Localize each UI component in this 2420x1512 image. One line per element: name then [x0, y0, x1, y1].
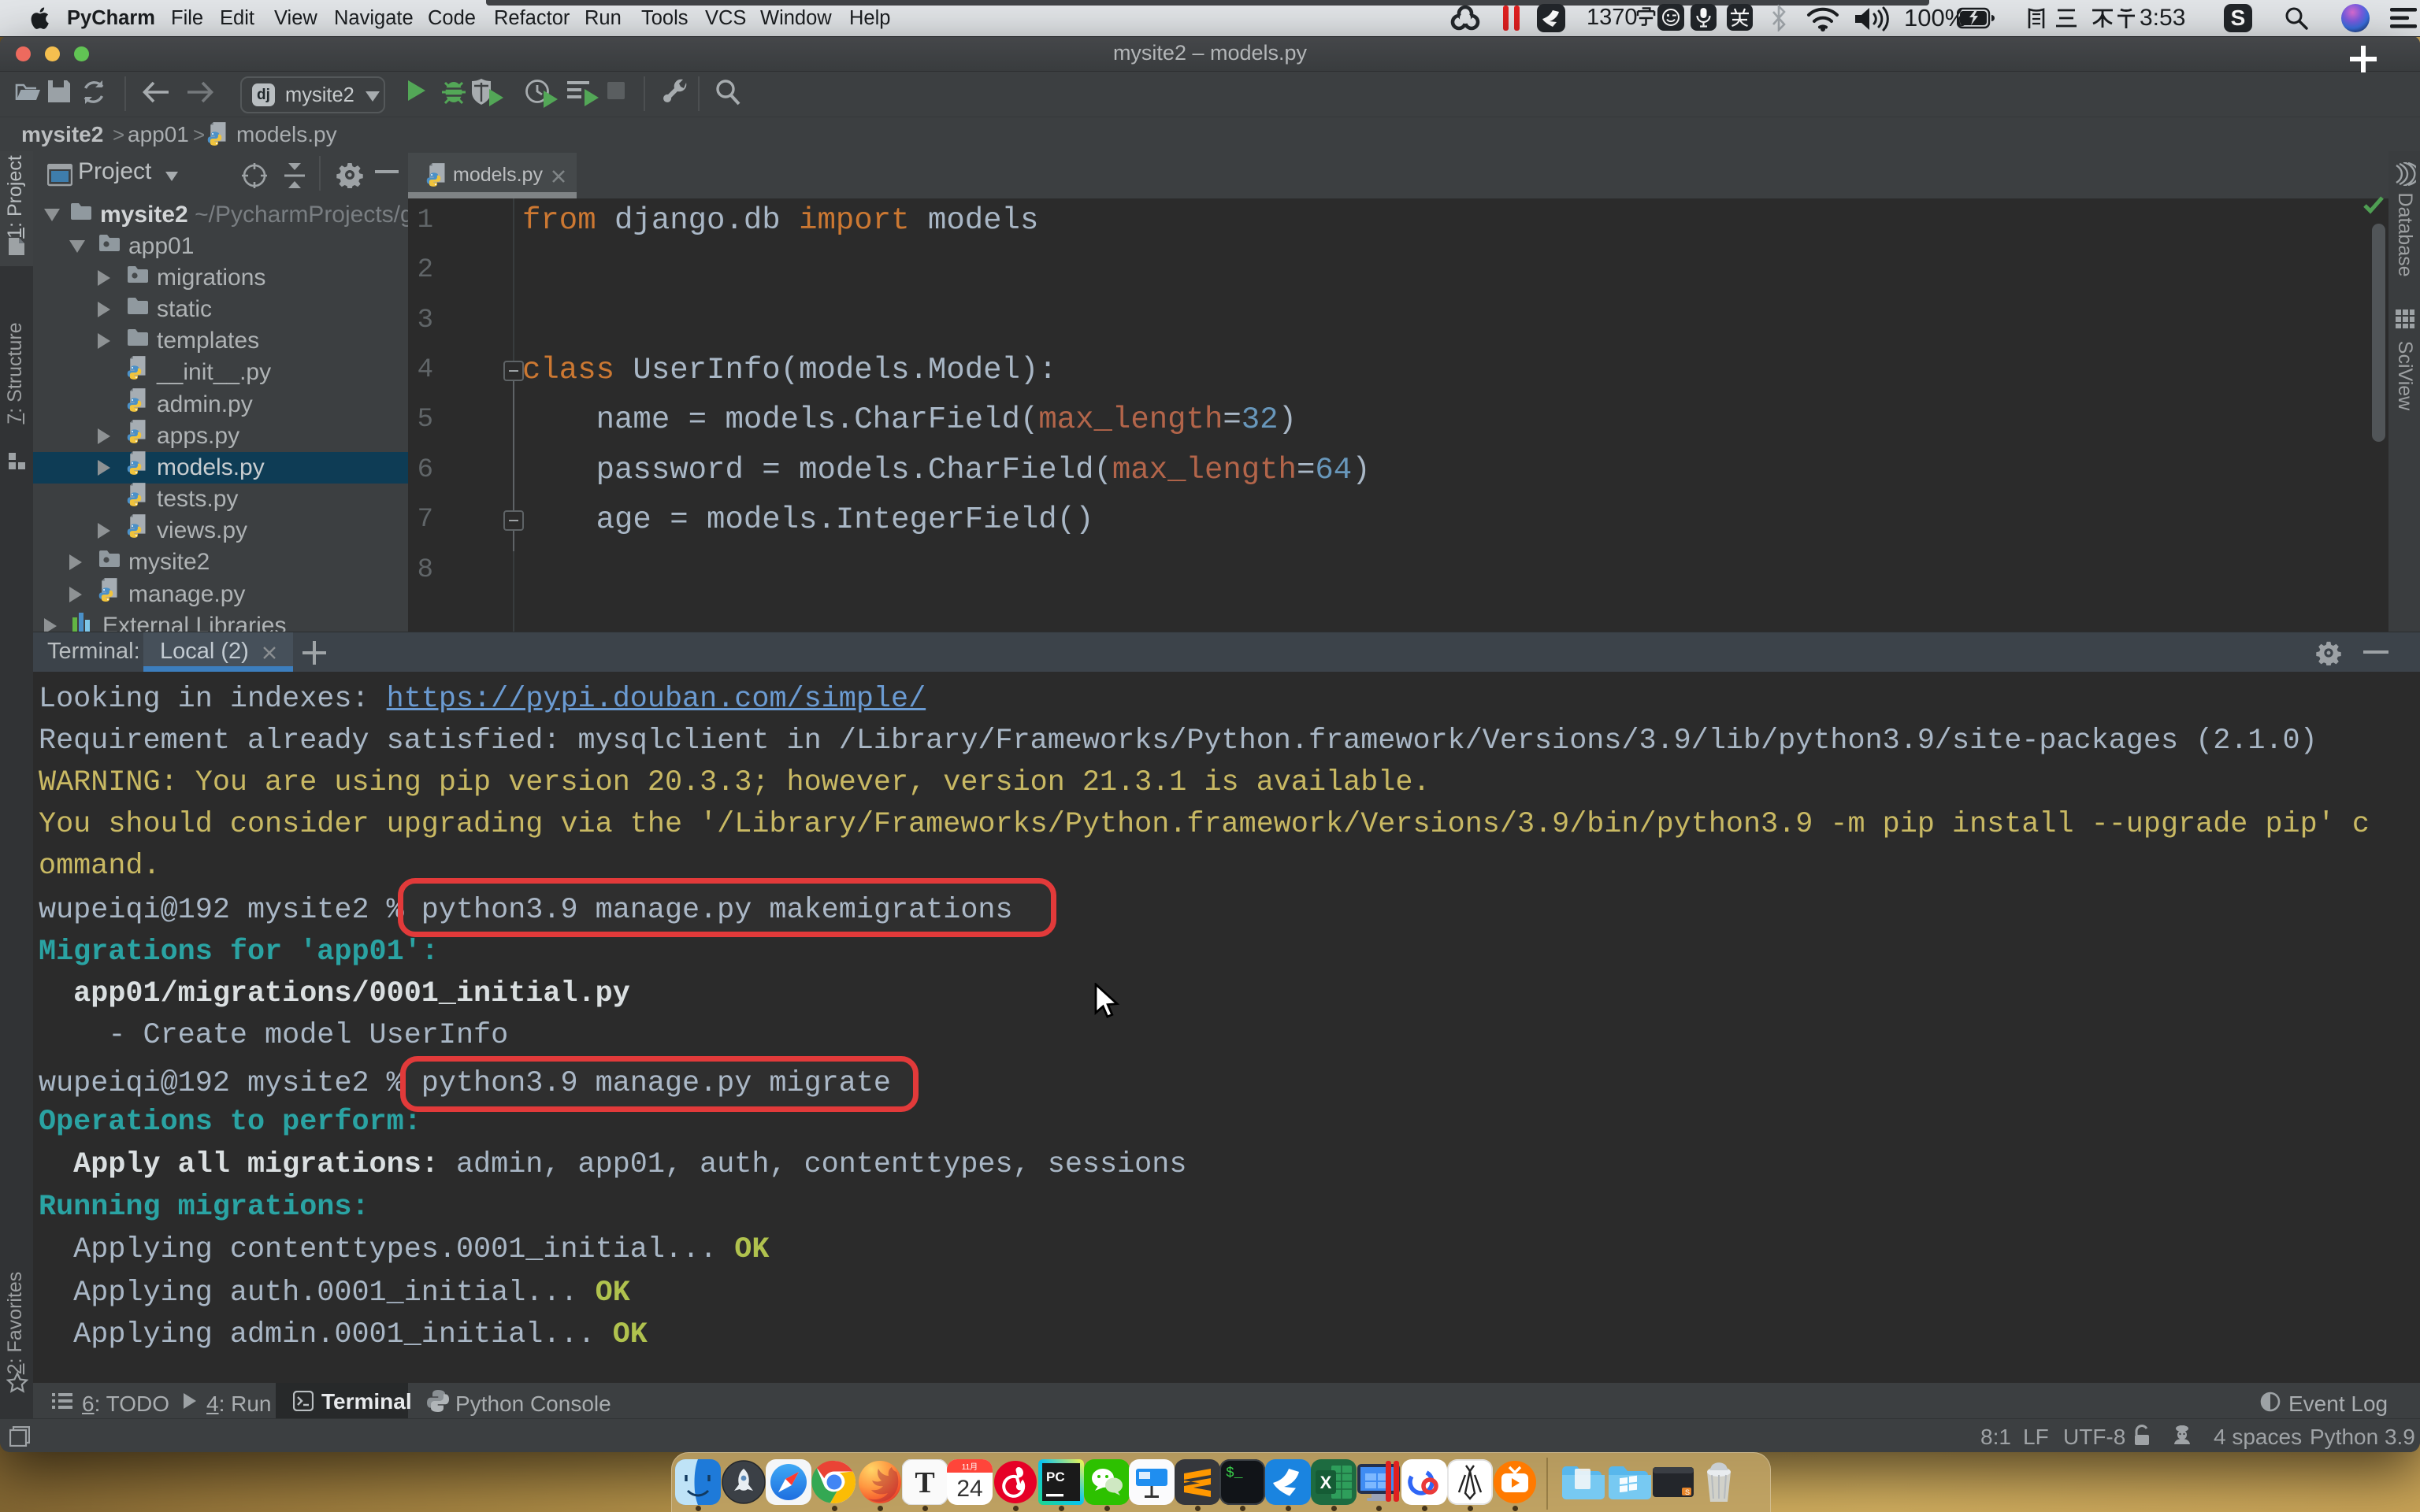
- svg-text:S: S: [1685, 1488, 1690, 1496]
- svg-text:24: 24: [956, 1476, 982, 1502]
- svg-text:11月: 11月: [962, 1462, 978, 1472]
- svg-text:PC: PC: [1046, 1469, 1065, 1484]
- svg-text:T: T: [915, 1466, 934, 1499]
- svg-text:$_: $_: [1226, 1466, 1243, 1481]
- svg-text:X: X: [1320, 1473, 1332, 1492]
